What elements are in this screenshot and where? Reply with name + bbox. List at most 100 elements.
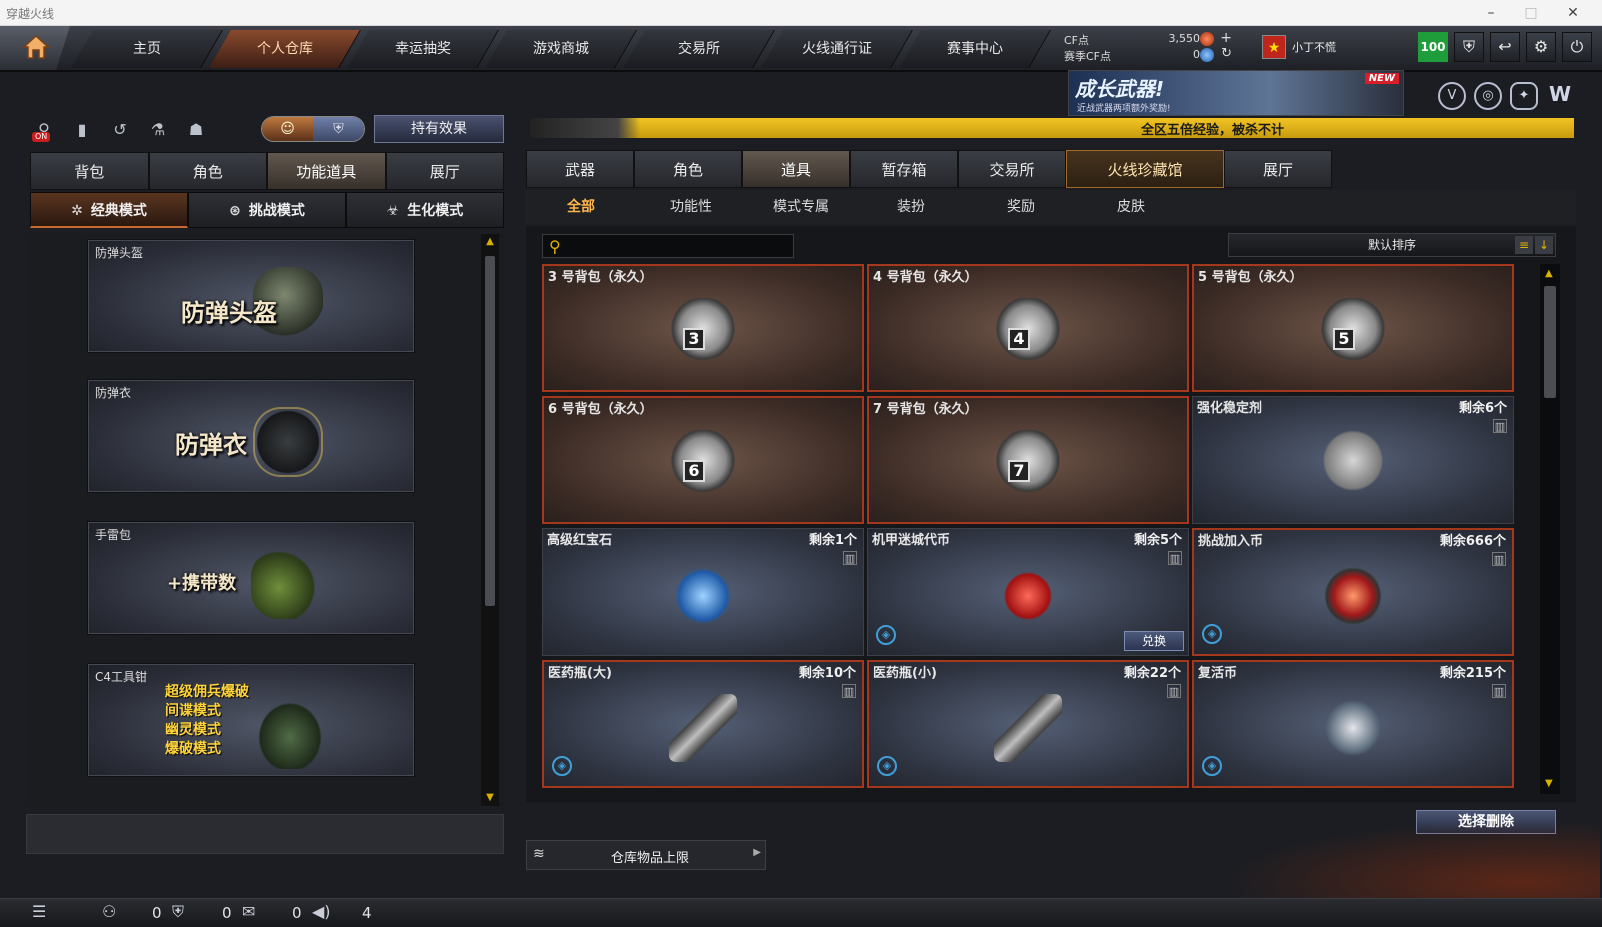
weapon-view-icon[interactable]: ⛨ [313,117,364,141]
trash-icon[interactable]: ▥ [1492,552,1506,566]
maximize-icon[interactable]: □ [1520,2,1542,24]
left-tab-functional[interactable]: 功能道具 [267,152,386,190]
friends-icon[interactable]: ⚇ [102,902,116,921]
left-tab-bag[interactable]: 背包 [30,152,149,190]
tab-weapons[interactable]: 武器 [526,150,634,188]
trash-icon[interactable]: ▥ [842,684,856,698]
search-input[interactable]: ⚲ [542,234,794,258]
flask-icon[interactable]: ⚗ [144,116,172,144]
add-cf-icon[interactable]: + [1220,30,1232,46]
menu-icon[interactable]: ☰ [32,902,46,921]
sort-direction-icon[interactable]: ↓ [1535,236,1553,254]
trash-icon[interactable]: ▥ [1168,551,1182,565]
trash-icon[interactable]: ▥ [1167,684,1181,698]
item-card[interactable]: 5 号背包（永久） 5 [1192,264,1514,392]
toggle-effect-icon[interactable]: ⚲ ON [30,116,58,144]
subtab-mode-exclusive[interactable]: 模式专属 [746,190,856,224]
trash-icon[interactable]: ▥ [1493,419,1507,433]
tab-characters[interactable]: 角色 [634,150,742,188]
nav-tab-pass[interactable]: 火线通行证 [761,30,913,68]
home-button[interactable] [0,26,70,70]
left-tab-gallery[interactable]: 展厅 [385,152,504,190]
subtab-reward[interactable]: 奖励 [966,190,1076,224]
nav-tab-home[interactable]: 主页 [71,30,223,68]
subtab-outfit[interactable]: 装扮 [856,190,966,224]
list-item-grenade-pack[interactable]: 手雷包 +携带数 [88,522,414,634]
holding-effect-button[interactable]: 持有效果 [374,115,504,143]
close-icon[interactable]: ✕ [1562,2,1584,24]
nav-tab-trade[interactable]: 交易所 [623,30,775,68]
list-item-vest[interactable]: 防弹衣 防弹衣 [88,380,414,492]
nav-tab-lottery[interactable]: 幸运抽奖 [347,30,499,68]
item-card[interactable]: 机甲迷城代币 剩余5个 ▥ ◈ 兑换 [867,528,1189,656]
subtab-skin[interactable]: 皮肤 [1076,190,1186,224]
list-item-c4-tool[interactable]: C4工具钳 超级佣兵爆破 间谍模式 幽灵模式 爆破模式 [88,664,414,776]
subtab-all[interactable]: 全部 [526,190,636,224]
shield-icon[interactable]: ⛨ [1454,32,1484,62]
history-icon[interactable]: ↺ [106,116,134,144]
refresh-icon[interactable]: ↻ [1221,46,1232,61]
item-card[interactable]: 7 号背包（永久） 7 [867,396,1189,524]
item-card[interactable]: 3 号背包（永久） 3 [542,264,864,392]
chat-icon[interactable]: ✉ [242,902,255,921]
volume-icon[interactable]: ◀) [312,902,331,921]
username: 小丁不慌 [1292,41,1336,54]
rank-emblem-icon[interactable]: V [1438,82,1466,110]
tab-storage[interactable]: 暂存箱 [850,150,958,188]
tab-collection[interactable]: 火线珍藏馆 [1066,150,1224,188]
promo-banner[interactable]: 成长武器! 近战武器两项额外奖励! NEW [1068,70,1404,116]
nav-tab-events[interactable]: 赛事中心 [899,30,1051,68]
list-item-helmet[interactable]: 防弹头盔 防弹头盔 [88,240,414,352]
sort-label: 默认排序 [1367,238,1416,252]
scroll-thumb[interactable] [485,256,495,606]
gear-icon[interactable]: ⚙ [1526,32,1556,62]
mode-classic[interactable]: ✲ 经典模式 [30,192,188,228]
clan-icon[interactable]: ⛨ [172,902,184,922]
badge-icon[interactable]: ✦ [1510,82,1538,110]
stats-icon[interactable]: ▮ [68,116,96,144]
user-profile[interactable]: ★ 小丁不慌 [1262,32,1336,62]
ruby-icon [669,562,737,630]
item-card[interactable]: 医药瓶(大) 剩余10个 ▥ ◈ [542,660,864,788]
scroll-thumb[interactable] [1544,286,1556,398]
mode-biochem[interactable]: ☣ 生化模式 [346,192,504,228]
announcement-text: 全区五倍经验，被杀不计 [1140,123,1284,138]
mouse-icon[interactable]: ☗ [182,116,210,144]
stabilizer-icon [1319,430,1387,498]
left-tab-character[interactable]: 角色 [148,152,267,190]
minimize-icon[interactable]: – [1480,2,1502,24]
scroll-down-icon[interactable]: ▼ [1545,778,1557,790]
view-toggle[interactable]: ☺ ⛨ [261,116,365,142]
tab-items[interactable]: 道具 [742,150,850,188]
item-card[interactable]: 高级红宝石 剩余1个 ▥ [542,528,864,656]
globe-icon[interactable]: ◎ [1474,82,1502,110]
trash-icon[interactable]: ▥ [1492,684,1506,698]
return-icon[interactable]: ↩ [1490,32,1520,62]
list-view-icon[interactable]: ≡ [1515,236,1533,254]
scroll-up-icon[interactable]: ▲ [484,236,496,248]
item-card[interactable]: 挑战加入币 剩余666个 ▥ ◈ [1192,528,1514,656]
mode-challenge[interactable]: ⊛ 挑战模式 [188,192,346,228]
expand-arrow-icon[interactable]: ▶ [753,847,761,858]
item-card[interactable]: 复活币 剩余215个 ▥ ◈ [1192,660,1514,788]
item-card[interactable]: 医药瓶(小) 剩余22个 ▥ ◈ [867,660,1189,788]
warehouse-capacity[interactable]: ≋ 仓库物品上限 ▶ [526,840,766,870]
scroll-up-icon[interactable]: ▲ [1545,268,1557,280]
left-scrollbar[interactable]: ▲ ▼ [481,234,499,806]
subtab-functional[interactable]: 功能性 [636,190,746,224]
scroll-down-icon[interactable]: ▼ [484,792,496,804]
right-scrollbar[interactable]: ▲ ▼ [1540,264,1560,794]
sort-select[interactable]: 默认排序 ≡ ↓ [1228,233,1556,257]
exchange-button[interactable]: 兑换 [1124,631,1184,651]
tab-exchange[interactable]: 交易所 [958,150,1066,188]
character-view-icon[interactable]: ☺ [262,117,313,141]
nav-tab-warehouse[interactable]: 个人仓库 [209,30,361,68]
item-card[interactable]: 强化稳定剂 剩余6个 ▥ [1192,396,1514,524]
nav-tab-shop[interactable]: 游戏商城 [485,30,637,68]
trash-icon[interactable]: ▥ [843,551,857,565]
power-icon[interactable]: ⏻ [1562,32,1592,62]
tab-gallery[interactable]: 展厅 [1224,150,1332,188]
item-card[interactable]: 6 号背包（永久） 6 [542,396,864,524]
item-card[interactable]: 4 号背包（永久） 4 [867,264,1189,392]
w-logo-icon[interactable]: W [1546,82,1574,110]
